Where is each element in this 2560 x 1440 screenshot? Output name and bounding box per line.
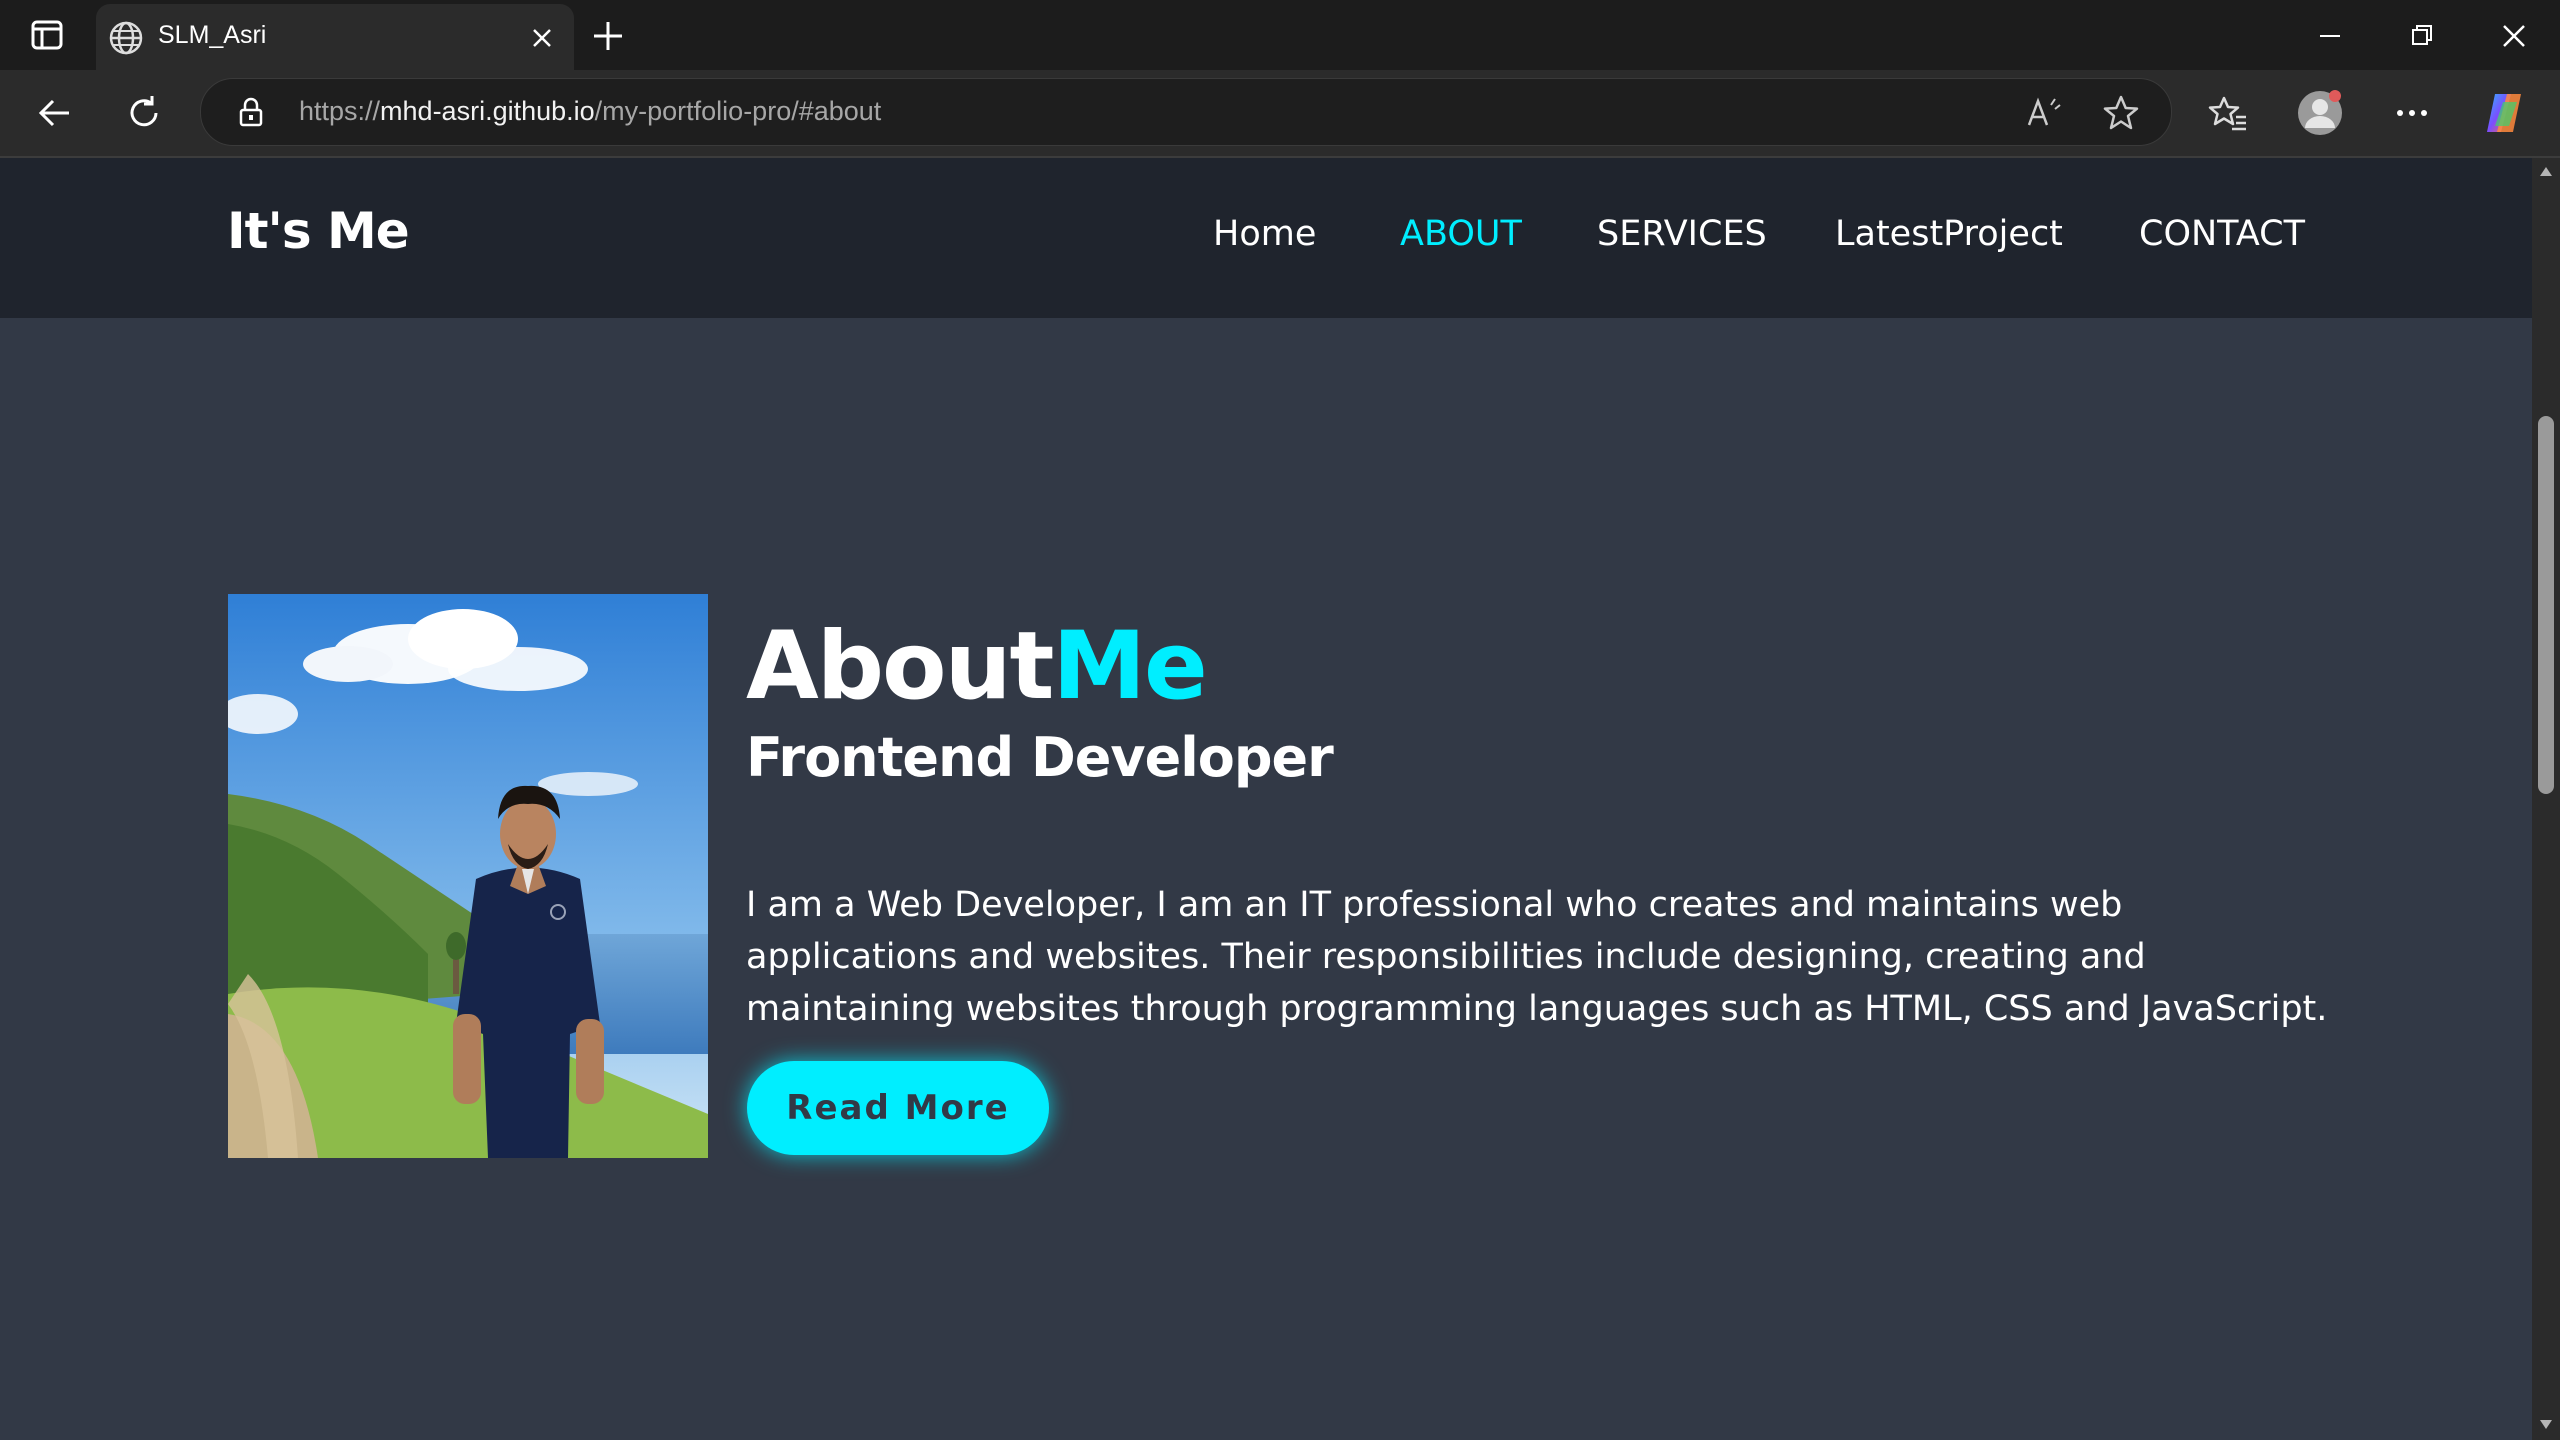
address-bar[interactable]: https://mhd-asri.github.io/my-portfolio-…: [200, 78, 2172, 146]
new-tab-icon[interactable]: [588, 16, 628, 56]
favorites-icon[interactable]: [2200, 85, 2256, 141]
profile-icon[interactable]: [2292, 85, 2348, 141]
url-text[interactable]: https://mhd-asri.github.io/my-portfolio-…: [299, 96, 881, 127]
nav-about[interactable]: ABOUT: [1400, 214, 1522, 254]
url-scheme: https://: [299, 96, 381, 126]
scroll-up-icon[interactable]: [2538, 164, 2554, 180]
browser-tab[interactable]: SLM_Asri: [96, 4, 574, 70]
back-arrow-icon[interactable]: [27, 85, 83, 141]
site-header: It's Me Home ABOUT SERVICES LatestProjec…: [0, 158, 2532, 318]
read-more-button[interactable]: Read More: [747, 1061, 1049, 1155]
copilot-icon[interactable]: [2476, 85, 2532, 141]
scroll-down-icon[interactable]: [2538, 1416, 2554, 1432]
scroll-thumb[interactable]: [2538, 416, 2554, 794]
about-heading: AboutMe: [746, 612, 1208, 721]
about-subheading: Frontend Developer: [746, 726, 1334, 789]
site-logo[interactable]: It's Me: [227, 202, 410, 260]
more-icon[interactable]: [2384, 85, 2440, 141]
tab-actions-icon[interactable]: [24, 14, 70, 56]
read-aloud-icon[interactable]: [2023, 93, 2063, 133]
reload-icon[interactable]: [116, 85, 172, 141]
profile-photo: [228, 594, 708, 1158]
browser-toolbar: https://mhd-asri.github.io/my-portfolio-…: [0, 70, 2560, 158]
page-scrollbar[interactable]: [2532, 158, 2560, 1440]
url-path: /my-portfolio-pro/#about: [594, 96, 882, 126]
nav-home[interactable]: Home: [1213, 214, 1316, 254]
about-heading-accent: Me: [1052, 612, 1207, 721]
star-icon[interactable]: [2101, 93, 2141, 133]
lock-icon[interactable]: [235, 96, 267, 128]
nav-latest-project[interactable]: LatestProject: [1835, 214, 2063, 254]
about-paragraph: I am a Web Developer, I am an IT profess…: [746, 885, 2328, 1029]
about-heading-main: About: [746, 612, 1054, 721]
nav-contact[interactable]: CONTACT: [2139, 214, 2305, 254]
restore-icon[interactable]: [2400, 14, 2444, 58]
nav-services[interactable]: SERVICES: [1597, 214, 1767, 254]
minimize-icon[interactable]: [2308, 14, 2352, 58]
globe-icon: [106, 18, 146, 58]
close-tab-icon[interactable]: [526, 22, 558, 54]
close-window-icon[interactable]: [2492, 14, 2536, 58]
browser-tab-bar: SLM_Asri: [0, 0, 2560, 70]
url-host: mhd-asri.github.io: [380, 96, 595, 126]
tab-title: SLM_Asri: [158, 21, 267, 49]
